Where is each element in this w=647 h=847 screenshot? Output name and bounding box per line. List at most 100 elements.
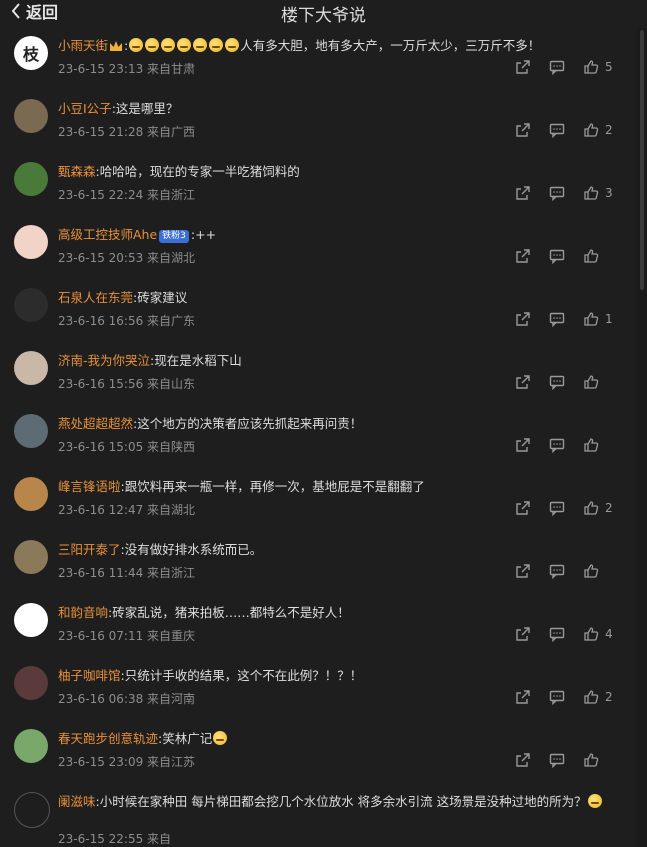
- comment-item: 枝 小雨天街: 人有多大胆，地有多大产，一万斤太少，三万斤不多！ 23-6-15 23…: [0, 28, 637, 91]
- emoji-icon: [177, 38, 192, 52]
- comment-item: 石泉人在东莞:砖家建议 23-6-16 16:56 来自广东 1: [0, 280, 637, 343]
- comment-actions: [497, 751, 617, 769]
- like-count: 2: [605, 690, 613, 704]
- comment-meta: 23-6-15 21:28 来自广西: [58, 125, 196, 139]
- reply-icon[interactable]: [549, 500, 565, 516]
- share-icon[interactable]: [515, 689, 531, 705]
- reply-icon[interactable]: [549, 185, 565, 201]
- like-icon[interactable]: [583, 563, 599, 579]
- share-icon[interactable]: [515, 374, 531, 390]
- share-icon[interactable]: [515, 59, 531, 75]
- share-icon[interactable]: [515, 437, 531, 453]
- reply-icon[interactable]: [549, 437, 565, 453]
- username-link[interactable]: 济南-我为你哭泣: [58, 353, 150, 368]
- avatar[interactable]: [14, 792, 50, 828]
- username-link[interactable]: 燕处超超超然: [58, 416, 133, 431]
- like-icon[interactable]: [583, 437, 599, 453]
- username-link[interactable]: 峰言锋语啦: [58, 479, 121, 494]
- comment-actions: 5: [497, 58, 617, 76]
- avatar[interactable]: [14, 162, 48, 196]
- reply-icon[interactable]: [549, 122, 565, 138]
- share-icon[interactable]: [515, 311, 531, 327]
- username-link[interactable]: 高级工控技师Ahe: [58, 227, 157, 242]
- avatar[interactable]: [14, 351, 48, 385]
- comment-meta: 23-6-15 22:24 来自浙江: [58, 188, 196, 202]
- username-link[interactable]: 春天跑步创意轨迹: [58, 731, 158, 746]
- username-link[interactable]: 甄森森: [58, 164, 96, 179]
- comment-item: 小豆I公子:这是哪里？ 23-6-15 21:28 来自广西 2: [0, 91, 637, 154]
- avatar[interactable]: [14, 477, 48, 511]
- like-icon[interactable]: [583, 689, 599, 705]
- comment-text: 这个地方的决策者应该先抓起来再问责！: [137, 416, 363, 431]
- username-link[interactable]: 石泉人在东莞: [58, 290, 133, 305]
- avatar[interactable]: [14, 666, 48, 700]
- like-icon[interactable]: [583, 626, 599, 642]
- comment-body: 济南-我为你哭泣:现在是水稻下山: [58, 352, 617, 370]
- comment-text: 没有做好排水系统而已。: [124, 542, 263, 557]
- avatar-glyph: 枝: [22, 45, 39, 64]
- share-icon[interactable]: [515, 122, 531, 138]
- emoji-icon: [587, 794, 602, 808]
- scrollbar[interactable]: [637, 0, 647, 847]
- comment-item: 高级工控技师Ahe 铁粉3:++ 23-6-15 20:53 来自湖北: [0, 217, 637, 280]
- comment-actions: [497, 436, 617, 454]
- reply-icon[interactable]: [549, 59, 565, 75]
- avatar[interactable]: [14, 603, 48, 637]
- avatar[interactable]: [14, 225, 48, 259]
- comment-body: 甄森森:哈哈哈，现在的专家一半吃猪饲料的: [58, 163, 617, 181]
- avatar[interactable]: [14, 540, 48, 574]
- share-icon[interactable]: [515, 563, 531, 579]
- comment-actions: 2: [497, 499, 617, 517]
- like-icon[interactable]: [583, 248, 599, 264]
- username-link[interactable]: 小豆I公子: [58, 101, 112, 116]
- comment-item: 峰言锋语啦:跟饮料再来一瓶一样，再修一次，基地屁是不是翻翻了 23-6-16 12…: [0, 469, 637, 532]
- comment-body: 阑滋味:小时候在家种田 每片梯田都会挖几个水位放水 将多余水引流 这场景是没种过…: [58, 793, 617, 811]
- username-link[interactable]: 阑滋味: [58, 794, 96, 809]
- share-icon[interactable]: [515, 248, 531, 264]
- reply-icon[interactable]: [549, 248, 565, 264]
- like-icon[interactable]: [583, 122, 599, 138]
- emoji-icon: [145, 38, 160, 52]
- comment-meta: 23-6-16 15:56 来自山东: [58, 377, 196, 391]
- comment-meta: 23-6-15 22:55 来自: [58, 832, 172, 846]
- username-link[interactable]: 和韵音响: [58, 605, 108, 620]
- comment-actions: [497, 247, 617, 265]
- reply-icon[interactable]: [549, 563, 565, 579]
- like-icon[interactable]: [583, 500, 599, 516]
- username-link[interactable]: 柚子咖啡馆: [58, 668, 121, 683]
- comment-item: 柚子咖啡馆:只统计手收的结果，这个不在此例？！？！ 23-6-16 06:38 来…: [0, 658, 637, 721]
- reply-icon[interactable]: [549, 689, 565, 705]
- share-icon[interactable]: [515, 626, 531, 642]
- comment-meta: 23-6-16 06:38 来自河南: [58, 692, 196, 706]
- comment-text: 跟饮料再来一瓶一样，再修一次，基地屁是不是翻翻了: [124, 479, 425, 494]
- like-icon[interactable]: [583, 185, 599, 201]
- like-icon[interactable]: [583, 311, 599, 327]
- like-icon[interactable]: [583, 374, 599, 390]
- reply-icon[interactable]: [549, 626, 565, 642]
- comment-meta: 23-6-15 20:53 来自湖北: [58, 251, 196, 265]
- emoji-icon: [193, 38, 208, 52]
- comment-text: 现在是水稻下山: [154, 353, 242, 368]
- reply-icon[interactable]: [549, 374, 565, 390]
- like-icon[interactable]: [583, 752, 599, 768]
- username-link[interactable]: 三阳开泰了: [58, 542, 121, 557]
- reply-icon[interactable]: [549, 311, 565, 327]
- comment-meta: 23-6-16 11:44 来自浙江: [58, 566, 196, 580]
- share-icon[interactable]: [515, 185, 531, 201]
- like-icon[interactable]: [583, 59, 599, 75]
- emoji-icon: [225, 38, 240, 52]
- username-link[interactable]: 小雨天街: [58, 38, 108, 53]
- share-icon[interactable]: [515, 500, 531, 516]
- reply-icon[interactable]: [549, 752, 565, 768]
- avatar[interactable]: [14, 729, 48, 763]
- share-icon[interactable]: [515, 752, 531, 768]
- comment-item: 阑滋味:小时候在家种田 每片梯田都会挖几个水位放水 将多余水引流 这场景是没种过…: [0, 784, 637, 847]
- like-count: 3: [605, 186, 613, 200]
- avatar[interactable]: [14, 99, 48, 133]
- like-count: 5: [605, 60, 613, 74]
- like-count: 2: [605, 123, 613, 137]
- avatar[interactable]: [14, 414, 48, 448]
- avatar[interactable]: 枝: [14, 36, 48, 70]
- scrollbar-thumb[interactable]: [640, 30, 644, 290]
- avatar[interactable]: [14, 288, 48, 322]
